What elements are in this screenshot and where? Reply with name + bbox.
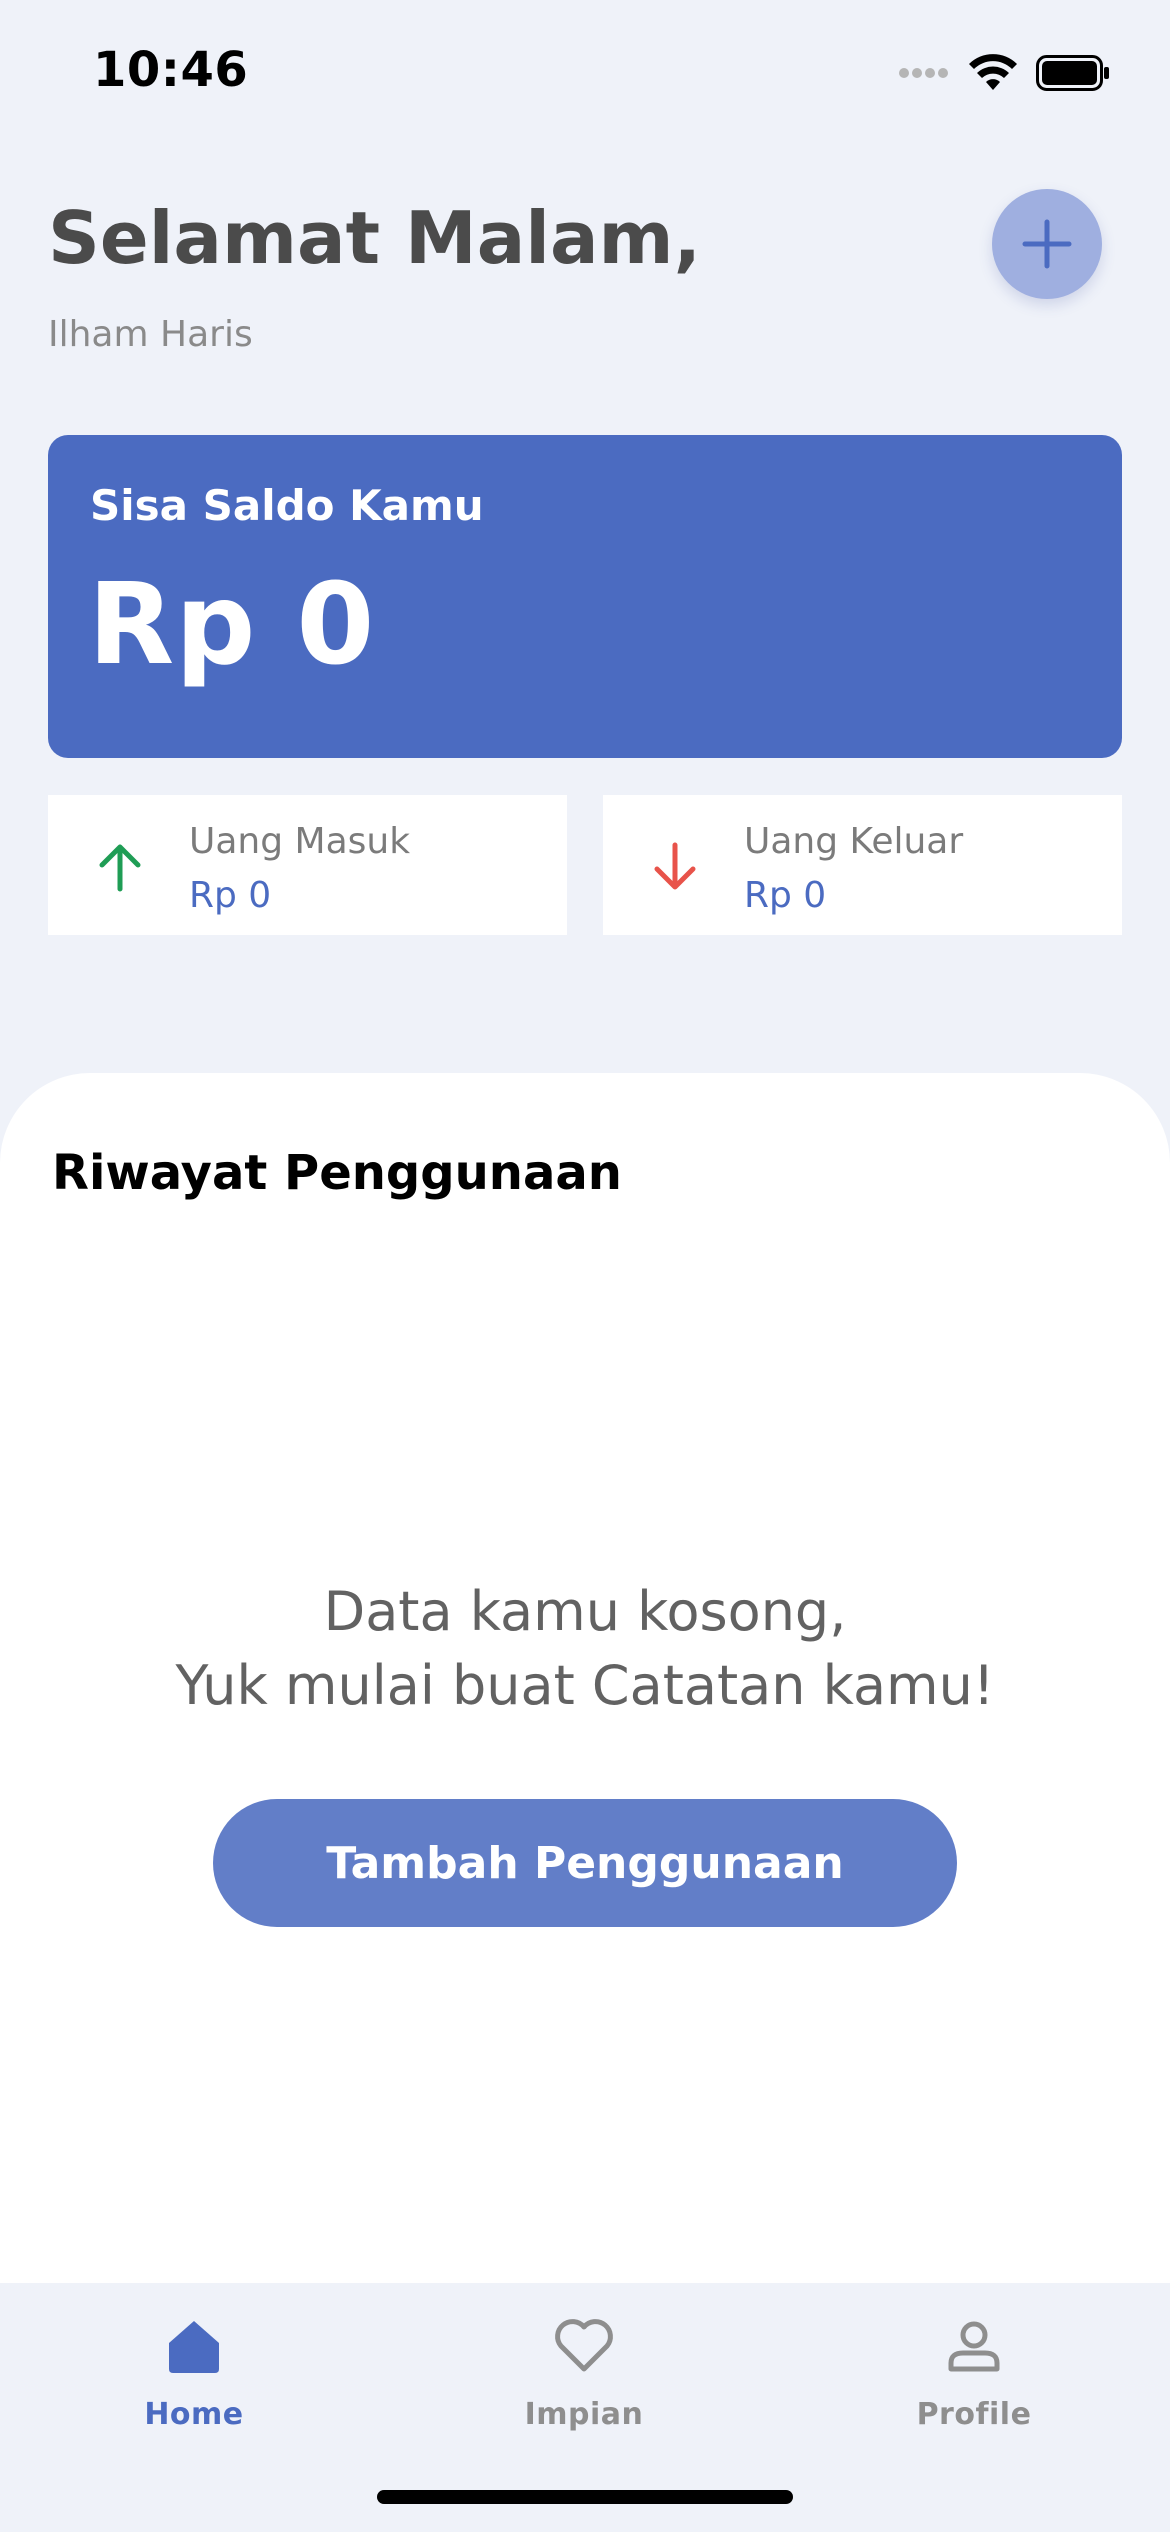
user-name: Ilham Haris xyxy=(48,314,253,355)
nav-item-profile[interactable]: Profile xyxy=(844,2313,1104,2453)
income-label: Uang Masuk xyxy=(189,821,411,862)
income-card[interactable]: Uang Masuk Rp 0 xyxy=(48,795,567,935)
balance-card: Sisa Saldo Kamu Rp 0 xyxy=(48,435,1122,758)
signal-icon xyxy=(899,68,948,78)
nav-label-profile: Profile xyxy=(916,2397,1032,2432)
balance-value: Rp 0 xyxy=(88,560,376,690)
history-title: Riwayat Penggunaan xyxy=(52,1145,622,1201)
heart-icon xyxy=(555,2319,613,2372)
expense-card[interactable]: Uang Keluar Rp 0 xyxy=(603,795,1122,935)
history-sheet: Riwayat Penggunaan Data kamu kosong, Yuk… xyxy=(0,1073,1170,2283)
expense-value: Rp 0 xyxy=(744,875,827,916)
nav-item-home[interactable]: Home xyxy=(64,2313,324,2453)
status-icons xyxy=(898,54,1110,92)
home-indicator xyxy=(377,2490,793,2504)
nav-label-home: Home xyxy=(144,2397,244,2432)
arrow-up-icon xyxy=(99,844,141,892)
expense-label: Uang Keluar xyxy=(744,821,964,862)
person-icon xyxy=(948,2321,1000,2372)
home-icon xyxy=(169,2321,219,2373)
add-usage-button[interactable]: Tambah Penggunaan xyxy=(213,1799,957,1927)
income-value: Rp 0 xyxy=(189,875,272,916)
greeting-title: Selamat Malam, xyxy=(48,196,701,280)
balance-label: Sisa Saldo Kamu xyxy=(90,481,484,530)
battery-icon xyxy=(1036,55,1109,91)
status-time: 10:46 xyxy=(93,42,249,98)
nav-item-impian[interactable]: Impian xyxy=(454,2313,714,2453)
empty-state-line-2: Yuk mulai buat Catatan kamu! xyxy=(175,1654,995,1717)
wifi-icon xyxy=(969,54,1017,90)
arrow-down-icon xyxy=(654,842,696,890)
empty-state-line-1: Data kamu kosong, xyxy=(323,1580,847,1643)
plus-icon xyxy=(1022,219,1072,269)
empty-state-message: Data kamu kosong, Yuk mulai buat Catatan… xyxy=(0,1575,1170,1723)
nav-label-impian: Impian xyxy=(524,2397,644,2432)
add-button[interactable] xyxy=(992,189,1102,299)
